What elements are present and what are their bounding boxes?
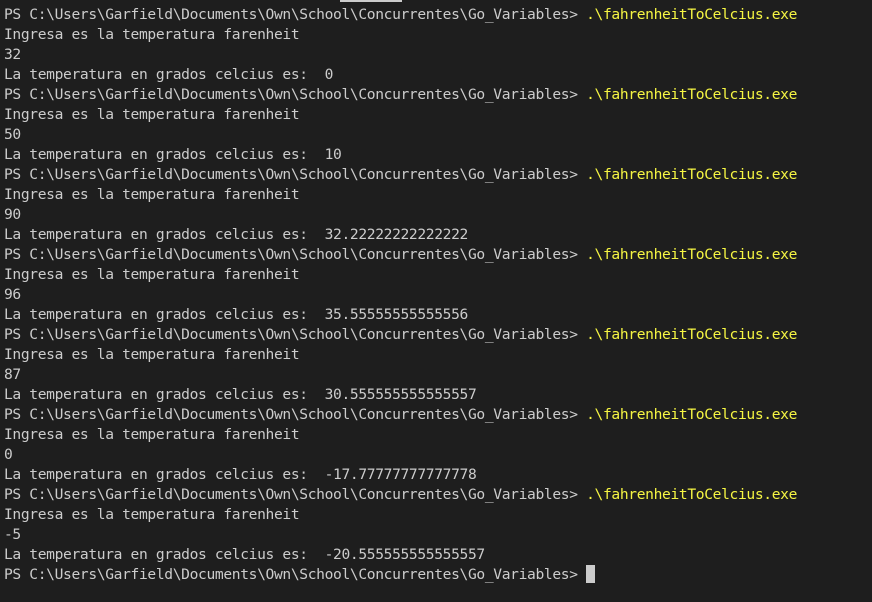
- output-question: Ingresa es la temperatura farenheit: [4, 26, 300, 43]
- scroll-indicator: [340, 0, 402, 2]
- command-text: .\fahrenheitToCelcius.exe: [586, 486, 798, 503]
- output-result: La temperatura en grados celcius es: -17…: [4, 466, 477, 483]
- prompt-text: PS C:\Users\Garfield\Documents\Own\Schoo…: [4, 166, 578, 183]
- output-result: La temperatura en grados celcius es: 10: [4, 146, 342, 163]
- prompt-line: PS C:\Users\Garfield\Documents\Own\Schoo…: [4, 5, 872, 25]
- user-input: 32: [4, 46, 21, 63]
- command-text: .\fahrenheitToCelcius.exe: [586, 326, 798, 343]
- prompt-line: PS C:\Users\Garfield\Documents\Own\Schoo…: [4, 485, 872, 505]
- output-question: Ingresa es la temperatura farenheit: [4, 266, 300, 283]
- command-text: .\fahrenheitToCelcius.exe: [586, 6, 798, 23]
- prompt-line: PS C:\Users\Garfield\Documents\Own\Schoo…: [4, 85, 872, 105]
- terminal-window[interactable]: PS C:\Users\Garfield\Documents\Own\Schoo…: [0, 0, 872, 602]
- user-input: 0: [4, 446, 13, 463]
- prompt-text: PS C:\Users\Garfield\Documents\Own\Schoo…: [4, 406, 578, 423]
- prompt-line: PS C:\Users\Garfield\Documents\Own\Schoo…: [4, 405, 872, 425]
- prompt-line: PS C:\Users\Garfield\Documents\Own\Schoo…: [4, 245, 872, 265]
- active-prompt-line[interactable]: PS C:\Users\Garfield\Documents\Own\Schoo…: [4, 565, 872, 585]
- output-question: Ingresa es la temperatura farenheit: [4, 506, 300, 523]
- prompt-text: PS C:\Users\Garfield\Documents\Own\Schoo…: [4, 486, 578, 503]
- user-input: 96: [4, 286, 21, 303]
- command-text: .\fahrenheitToCelcius.exe: [586, 406, 798, 423]
- prompt-text: PS C:\Users\Garfield\Documents\Own\Schoo…: [4, 246, 578, 263]
- output-result: La temperatura en grados celcius es: 32.…: [4, 226, 468, 243]
- prompt-line: PS C:\Users\Garfield\Documents\Own\Schoo…: [4, 325, 872, 345]
- output-result: La temperatura en grados celcius es: 30.…: [4, 386, 477, 403]
- user-input: 50: [4, 126, 21, 143]
- user-input: 87: [4, 366, 21, 383]
- output-result: La temperatura en grados celcius es: 0: [4, 66, 334, 83]
- command-text: .\fahrenheitToCelcius.exe: [586, 246, 798, 263]
- command-text: .\fahrenheitToCelcius.exe: [586, 86, 798, 103]
- prompt-text: PS C:\Users\Garfield\Documents\Own\Schoo…: [4, 566, 578, 583]
- prompt-line: PS C:\Users\Garfield\Documents\Own\Schoo…: [4, 165, 872, 185]
- prompt-text: PS C:\Users\Garfield\Documents\Own\Schoo…: [4, 6, 578, 23]
- output-question: Ingresa es la temperatura farenheit: [4, 186, 300, 203]
- output-question: Ingresa es la temperatura farenheit: [4, 426, 300, 443]
- output-result: La temperatura en grados celcius es: 35.…: [4, 306, 468, 323]
- output-question: Ingresa es la temperatura farenheit: [4, 106, 300, 123]
- output-question: Ingresa es la temperatura farenheit: [4, 346, 300, 363]
- text-cursor[interactable]: [585, 565, 595, 583]
- command-text: .\fahrenheitToCelcius.exe: [586, 166, 798, 183]
- user-input: -5: [4, 526, 21, 543]
- prompt-text: PS C:\Users\Garfield\Documents\Own\Schoo…: [4, 326, 578, 343]
- prompt-text: PS C:\Users\Garfield\Documents\Own\Schoo…: [4, 86, 578, 103]
- user-input: 90: [4, 206, 21, 223]
- output-result: La temperatura en grados celcius es: -20…: [4, 546, 485, 563]
